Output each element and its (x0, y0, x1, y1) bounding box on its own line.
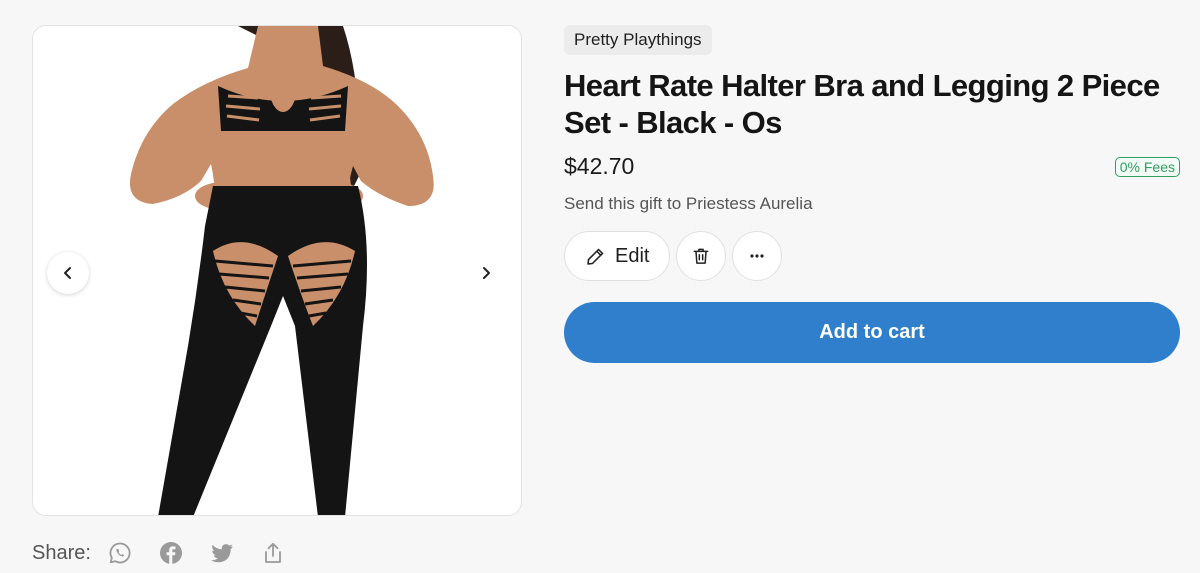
share-label: Share: (32, 541, 91, 564)
share-row: Share: (32, 538, 311, 568)
next-image-button[interactable] (465, 252, 507, 294)
edit-label: Edit (615, 244, 650, 267)
action-row: Edit (564, 231, 1180, 281)
whatsapp-icon[interactable] (107, 540, 133, 566)
price-row: $42.70 0% Fees (564, 153, 1180, 180)
previous-image-button[interactable] (47, 252, 89, 294)
twitter-icon[interactable] (209, 540, 235, 566)
product-price: $42.70 (564, 153, 635, 179)
product-image-card (32, 25, 522, 516)
product-title: Heart Rate Halter Bra and Legging 2 Piec… (564, 68, 1160, 140)
fees-badge: 0% Fees (1114, 156, 1180, 177)
product-details: Pretty Playthings Heart Rate Halter Bra … (564, 25, 1180, 363)
more-horizontal-icon (750, 254, 765, 258)
chevron-right-icon (483, 267, 490, 279)
product-image (129, 26, 434, 515)
share-upload-icon[interactable] (260, 540, 286, 566)
chevron-left-icon (64, 267, 71, 279)
gift-recipient-text: Send this gift to Priestess Aurelia (564, 194, 813, 213)
delete-button[interactable] (676, 231, 727, 281)
trash-icon (694, 248, 709, 264)
facebook-icon[interactable] (158, 540, 184, 566)
pencil-icon (587, 248, 604, 265)
more-options-button[interactable] (732, 231, 783, 281)
edit-button[interactable]: Edit (564, 231, 671, 281)
add-to-cart-button[interactable]: Add to cart (564, 302, 1180, 363)
brand-tag[interactable]: Pretty Playthings (564, 25, 712, 55)
